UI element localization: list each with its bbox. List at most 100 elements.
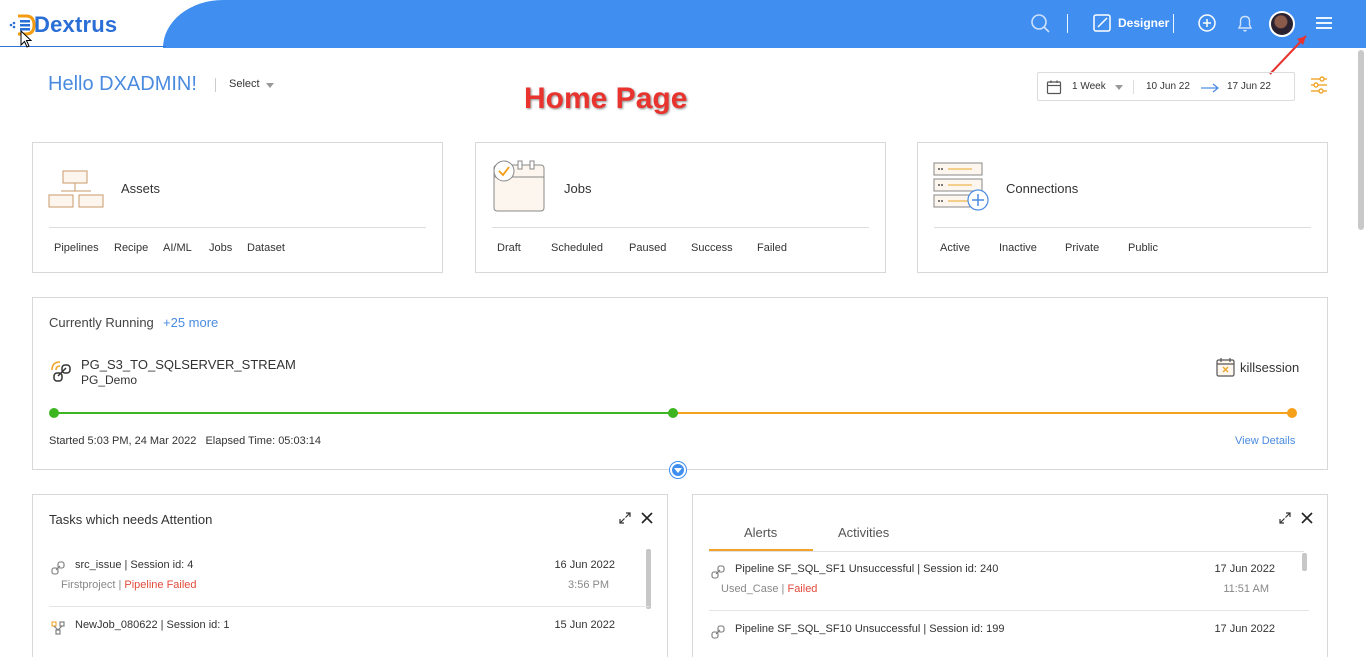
alert-meta: Used_Case | Failed [721,583,817,595]
jobs-calendar-icon [493,160,545,212]
greeting-divider [215,78,216,92]
pipeline-icon [711,565,725,579]
card-link[interactable]: Recipe [114,242,148,254]
filter-settings-icon[interactable] [1309,75,1329,95]
kill-session-button[interactable]: killsession [1240,360,1299,375]
chevron-down-icon[interactable] [266,83,274,88]
pipeline-icon [711,625,725,639]
pipeline-icon [51,561,65,575]
kill-session-icon[interactable] [1215,356,1237,378]
started-time: Started 5:03 PM, 24 Mar 2022 [49,435,197,447]
connections-server-icon [933,162,989,211]
greeting-title: Hello DXADMIN! [48,73,197,95]
progress-start-dot [49,408,59,418]
date-from[interactable]: 10 Jun 22 [1146,81,1190,92]
progress-current-dot [668,408,678,418]
card-connections[interactable]: Connections Active Inactive Private Publ… [917,142,1328,273]
tasks-panel: Tasks which needs Attention src_issue | … [32,494,668,657]
search-icon[interactable] [1029,12,1051,34]
card-link[interactable]: Pipelines [54,242,99,254]
more-link[interactable]: +25 more [163,315,218,330]
task-row[interactable]: NewJob_080622 | Session id: 1 15 Jun 202… [49,607,631,657]
card-link[interactable]: Public [1128,242,1158,254]
designer-icon[interactable] [1092,12,1114,34]
card-link[interactable]: Active [940,242,970,254]
alert-status: Failed [787,583,818,595]
card-link[interactable]: Draft [497,242,521,254]
annotation-arrow-icon [1269,35,1307,75]
header-divider [1067,14,1068,33]
task-status: Pipeline Failed [124,579,197,591]
expand-icon[interactable] [618,511,632,525]
alert-row[interactable]: Pipeline SF_SQL_SF1 Unsuccessful | Sessi… [709,551,1309,611]
panel-title: Tasks which needs Attention [49,512,213,527]
card-link[interactable]: Paused [629,242,666,254]
chevron-down-icon[interactable] [1115,85,1123,90]
progress-remaining [674,412,1293,414]
collapse-toggle-button[interactable] [670,462,686,478]
bell-icon[interactable] [1234,12,1256,34]
card-link[interactable]: Jobs [209,242,232,254]
panel-scrollbar[interactable] [1302,553,1307,571]
annotation-label: Home Page [524,82,688,115]
task-time: 3:56 PM [568,579,609,591]
card-title: Connections [1006,181,1079,196]
add-icon[interactable] [1196,12,1218,34]
pipeline-icon [51,361,71,382]
task-name[interactable]: NewJob_080622 | Session id: 1 [75,619,230,631]
mouse-cursor-icon [20,30,33,48]
top-header: Dextrus Designer [0,0,1366,48]
card-link[interactable]: Inactive [999,242,1037,254]
task-meta: Firstproject | Pipeline Failed [61,579,197,591]
card-divider [492,227,869,228]
page-scrollbar[interactable] [1358,50,1364,230]
date-to[interactable]: 17 Jun 22 [1227,81,1271,92]
task-name[interactable]: src_issue | Session id: 4 [75,559,193,571]
alerts-panel: Alerts Activities Pipeline SF_SQL_SF1 Un… [692,494,1328,657]
view-details-link[interactable]: View Details [1235,435,1295,447]
logo-text: Dextrus [34,12,118,37]
card-assets[interactable]: Assets Pipelines Recipe AI/ML Jobs Datas… [32,142,443,273]
task-project: Firstproject [61,579,116,591]
range-select[interactable]: 1 Week [1072,81,1106,92]
alert-time: 11:51 AM [1223,583,1269,595]
close-icon[interactable] [641,512,653,524]
task-date: 15 Jun 2022 [554,619,615,631]
alert-name[interactable]: Pipeline SF_SQL_SF1 Unsuccessful | Sessi… [735,563,998,575]
card-link[interactable]: Private [1065,242,1099,254]
project-select[interactable]: Select [229,78,260,90]
arrow-right-icon [1201,83,1219,93]
card-link[interactable]: AI/ML [163,242,192,254]
card-title: Assets [121,181,161,196]
alert-date: 17 Jun 2022 [1214,563,1275,575]
task-date: 16 Jun 2022 [554,559,615,571]
expand-icon[interactable] [1278,511,1292,525]
date-divider [1133,80,1134,94]
card-link[interactable]: Failed [757,242,787,254]
elapsed-time: Elapsed Time: 05:03:14 [205,435,322,447]
card-link[interactable]: Success [691,242,733,254]
alert-name[interactable]: Pipeline SF_SQL_SF10 Unsuccessful | Sess… [735,623,1004,635]
header-divider [1173,14,1174,33]
tab-alerts[interactable]: Alerts [744,525,777,540]
close-icon[interactable] [1301,512,1313,524]
designer-link[interactable]: Designer [1118,16,1169,30]
pipeline-name[interactable]: PG_S3_TO_SQLSERVER_STREAM [81,357,296,372]
card-link[interactable]: Scheduled [551,242,603,254]
card-link[interactable]: Dataset [247,242,285,254]
assets-tree-icon [48,170,104,208]
alert-project: Used_Case [721,583,779,595]
progress-end-dot [1287,408,1297,418]
header-bar [163,0,1366,48]
run-timing: Started 5:03 PM, 24 Mar 2022 Elapsed Tim… [49,435,321,447]
calendar-icon [1046,80,1062,95]
alert-row[interactable]: Pipeline SF_SQL_SF10 Unsuccessful | Sess… [709,611,1291,657]
currently-running-panel: Currently Running +25 more PG_S3_TO_SQLS… [32,297,1328,470]
card-title: Jobs [564,181,592,196]
tab-activities[interactable]: Activities [838,525,889,540]
date-range-filter[interactable]: 1 Week 10 Jun 22 17 Jun 22 [1037,72,1295,101]
progress-complete [54,412,674,414]
task-row[interactable]: src_issue | Session id: 4 Firstproject |… [49,547,649,607]
panel-scrollbar[interactable] [646,549,651,609]
card-jobs[interactable]: Jobs Draft Scheduled Paused Success Fail… [475,142,886,273]
